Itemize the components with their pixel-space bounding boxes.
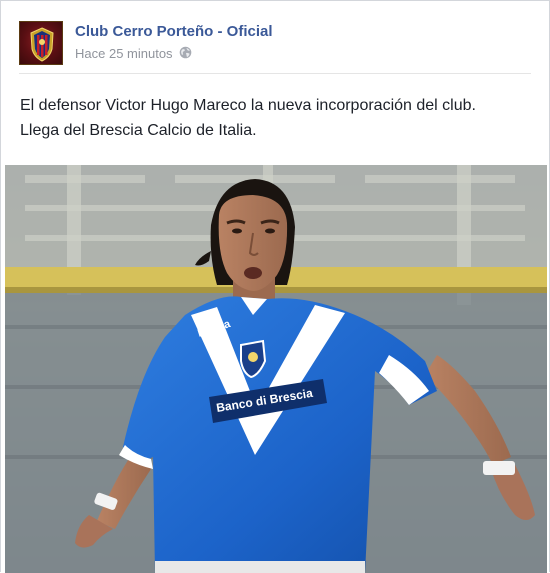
post-text: El defensor Victor Hugo Mareco la nueva … [20, 93, 535, 143]
post-photo[interactable]: Banco di Brescia Kappa [5, 165, 547, 573]
post-text-line-2: Llega del Brescia Calcio de Italia. [20, 122, 257, 139]
page-avatar[interactable] [19, 21, 63, 65]
post-text-line-1: El defensor Victor Hugo Mareco la nueva … [20, 97, 476, 114]
post-meta: Hace 25 minutos [75, 46, 192, 63]
feed-post: Club Cerro Porteño - Oficial Hace 25 min… [0, 0, 550, 573]
header-divider [19, 73, 531, 74]
post-header: Club Cerro Porteño - Oficial Hace 25 min… [19, 21, 529, 69]
globe-icon[interactable] [179, 46, 192, 62]
post-timestamp[interactable]: Hace 25 minutos [75, 46, 173, 61]
page-name-link[interactable]: Club Cerro Porteño - Oficial [75, 23, 273, 40]
